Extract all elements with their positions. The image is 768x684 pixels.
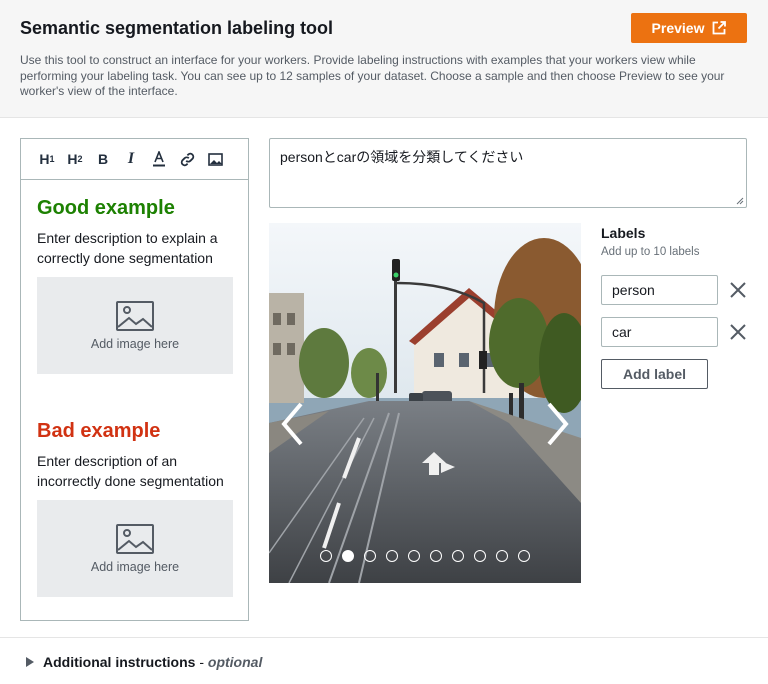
italic-button[interactable]: I — [117, 147, 145, 171]
instructions-text: personとcarの領域を分類してください — [280, 149, 524, 165]
carousel-dot[interactable] — [452, 550, 464, 562]
carousel-dot[interactable] — [430, 550, 442, 562]
image-icon — [207, 152, 223, 166]
instructions-editor: H1 H2 B I Good example Enter description… — [20, 138, 249, 621]
good-example-heading: Good example — [37, 197, 175, 219]
carousel-dot[interactable] — [342, 550, 354, 562]
carousel-dot[interactable] — [386, 550, 398, 562]
editor-toolbar: H1 H2 B I — [21, 139, 248, 180]
good-example-image-dropzone[interactable]: Add image here — [37, 277, 233, 374]
carousel-dot[interactable] — [320, 550, 332, 562]
insert-image-button[interactable] — [201, 147, 229, 171]
carousel-dot[interactable] — [364, 550, 376, 562]
caret-right-icon — [26, 657, 34, 667]
label-input-person[interactable] — [601, 275, 718, 305]
divider — [0, 637, 768, 638]
carousel-dot[interactable] — [518, 550, 530, 562]
image-placeholder-icon — [116, 523, 154, 554]
bold-button[interactable]: B — [89, 147, 117, 171]
good-example-image-label: Add image here — [90, 336, 180, 351]
chevron-right-icon[interactable] — [543, 401, 571, 447]
street-scene-image — [269, 223, 581, 583]
carousel-dot[interactable] — [408, 550, 420, 562]
carousel-dots — [269, 550, 581, 562]
heading-2-button[interactable]: H2 — [61, 147, 89, 171]
labels-heading: Labels — [601, 225, 646, 241]
add-label-button[interactable]: Add label — [601, 359, 708, 389]
link-icon — [180, 152, 194, 166]
heading-1-button[interactable]: H1 — [33, 147, 61, 171]
labels-subtitle: Add up to 10 labels — [601, 246, 700, 258]
link-button[interactable] — [173, 147, 201, 171]
bad-example-image-label: Add image here — [90, 559, 180, 574]
bad-example-heading: Bad example — [37, 420, 161, 442]
label-input-car[interactable] — [601, 317, 718, 347]
preview-button-label: Preview — [651, 20, 705, 36]
text-color-icon — [153, 151, 165, 167]
image-placeholder-icon — [116, 300, 154, 331]
page-title: Semantic segmentation labeling tool — [20, 18, 334, 38]
additional-instructions-toggle[interactable]: Additional instructions - optional — [26, 654, 262, 670]
additional-instructions-label: Additional instructions - optional — [43, 654, 263, 670]
preview-button[interactable]: Preview — [631, 13, 747, 43]
close-icon[interactable] — [728, 280, 748, 300]
carousel-dot[interactable] — [474, 550, 486, 562]
bad-example-description: Enter description of an incorrectly done… — [37, 453, 224, 489]
external-link-icon — [713, 21, 727, 35]
carousel-dot[interactable] — [496, 550, 508, 562]
bad-example-image-dropzone[interactable]: Add image here — [37, 500, 233, 597]
text-color-button[interactable] — [145, 147, 173, 171]
header: Semantic segmentation labeling tool Prev… — [0, 0, 768, 118]
instructions-textarea[interactable]: personとcarの領域を分類してください — [269, 138, 747, 208]
good-example-description: Enter description to explain a correctly… — [37, 230, 218, 266]
sample-image-carousel — [269, 223, 581, 583]
close-icon[interactable] — [728, 322, 748, 342]
resize-handle-icon[interactable] — [736, 197, 744, 205]
chevron-left-icon[interactable] — [279, 401, 307, 447]
tool-description: Use this tool to construct an interface … — [20, 53, 725, 98]
